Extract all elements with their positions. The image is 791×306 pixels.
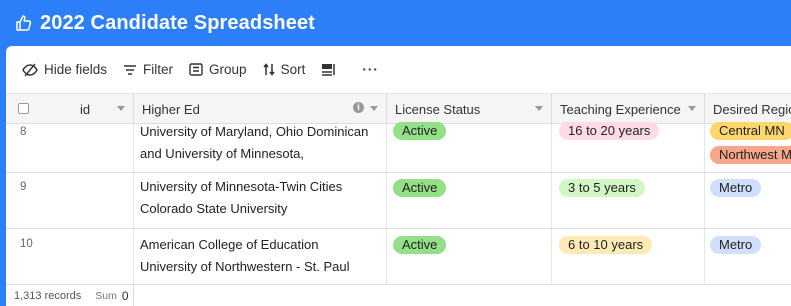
column-header-teaching-experience-label: Teaching Experience [560, 101, 681, 117]
group-button[interactable]: Group [181, 56, 255, 84]
column-header-desired-region-label: Desired Regio [713, 101, 791, 117]
info-icon[interactable]: i [353, 102, 364, 113]
license-status-cell[interactable]: Active [387, 173, 552, 228]
higher-ed-text: University of Maryland, Ohio Dominican a… [140, 121, 368, 165]
group-label: Group [209, 62, 247, 77]
teaching-experience-cell[interactable]: 16 to 20 years [552, 122, 705, 172]
grid-header: id Higher Ed i License Status Teaching E… [6, 94, 791, 124]
summary-cell[interactable]: 1,313 records Sum 0 [6, 285, 134, 306]
column-header-id[interactable]: id [6, 94, 134, 124]
region-pill: Central MN [710, 122, 791, 140]
teaching-experience-pill: 6 to 10 years [559, 236, 653, 254]
chevron-down-icon[interactable] [535, 106, 543, 111]
higher-ed-line: University of Minnesota-Twin Cities [140, 179, 343, 194]
row-number-cell: 8 [6, 124, 134, 172]
filter-label: Filter [143, 62, 174, 77]
higher-ed-cell[interactable]: American College of Education University… [134, 229, 387, 284]
license-status-pill: Active [393, 236, 447, 254]
license-status-pill: Active [393, 179, 447, 197]
higher-ed-line: American College of Education [140, 237, 319, 252]
row-number: 10 [20, 238, 33, 250]
desired-region-cell[interactable]: Metro [705, 173, 791, 228]
row-number-cell: 10 [6, 229, 134, 284]
column-header-license-status[interactable]: License Status [387, 94, 552, 124]
view-toolbar: Hide fields Filter Group Sort ··· [6, 46, 791, 94]
hide-fields-icon [22, 63, 38, 76]
region-pill: Metro [710, 236, 762, 254]
row-height-icon [322, 64, 336, 76]
chevron-down-icon[interactable] [370, 106, 378, 111]
higher-ed-text: University of Minnesota-Twin Cities Colo… [140, 176, 342, 220]
higher-ed-line: University of Maryland, Ohio Dominican [140, 124, 369, 139]
region-pill: Northwest M [710, 146, 791, 164]
summary-bar: 1,313 records Sum 0 [6, 284, 791, 306]
desired-region-cell[interactable]: Metro [705, 229, 791, 284]
chevron-down-icon[interactable] [688, 106, 696, 111]
license-status-cell[interactable]: Active [387, 229, 552, 284]
table-row[interactable]: 8 University of Maryland, Ohio Dominican… [6, 122, 791, 173]
spreadsheet: Hide fields Filter Group Sort ··· id Hig… [6, 46, 791, 306]
teaching-experience-cell[interactable]: 6 to 10 years [552, 229, 705, 284]
select-all-checkbox[interactable] [18, 103, 29, 114]
group-icon [189, 63, 203, 76]
more-options-icon: ··· [362, 62, 379, 77]
page-title: 2022 Candidate Spreadsheet [40, 11, 315, 34]
higher-ed-cell[interactable]: University of Minnesota-Twin Cities Colo… [134, 173, 387, 228]
teaching-experience-pill: 16 to 20 years [559, 122, 660, 140]
more-options-button[interactable]: ··· [354, 56, 387, 84]
hide-fields-label: Hide fields [44, 62, 108, 77]
column-header-desired-region[interactable]: Desired Regio [705, 94, 791, 124]
desired-region-cell[interactable]: Central MN Northwest M [705, 122, 791, 172]
sort-icon [262, 63, 275, 76]
chevron-down-icon[interactable] [117, 106, 125, 111]
license-status-cell[interactable]: Active [387, 122, 552, 172]
higher-ed-line: Colorado State University [140, 201, 288, 216]
row-height-button[interactable] [313, 56, 350, 84]
sum-value: 0 [121, 289, 129, 303]
column-header-higher-ed-label: Higher Ed [142, 101, 200, 117]
table-row[interactable]: 9 University of Minnesota-Twin Cities Co… [6, 173, 791, 229]
higher-ed-line: and University of Minnesota, [140, 146, 305, 161]
hide-fields-button[interactable]: Hide fields [14, 56, 115, 84]
sort-button[interactable]: Sort [255, 56, 314, 84]
title-bar: 2022 Candidate Spreadsheet [0, 0, 791, 46]
column-header-id-label: id [80, 101, 91, 117]
column-header-teaching-experience[interactable]: Teaching Experience [552, 94, 705, 124]
region-pill: Metro [710, 179, 762, 197]
column-header-license-status-label: License Status [395, 101, 481, 117]
column-header-higher-ed[interactable]: Higher Ed i [134, 94, 387, 124]
row-number-cell: 9 [6, 173, 134, 228]
sort-label: Sort [280, 62, 306, 77]
license-status-pill: Active [393, 122, 447, 140]
higher-ed-text: American College of Education University… [140, 234, 350, 278]
sum-label: Sum [95, 290, 117, 302]
teaching-experience-pill: 3 to 5 years [559, 179, 645, 197]
higher-ed-cell[interactable]: University of Maryland, Ohio Dominican a… [134, 124, 387, 172]
filter-button[interactable]: Filter [115, 56, 181, 84]
row-number: 8 [20, 126, 27, 138]
record-count: 1,313 records [14, 290, 82, 302]
row-number: 9 [20, 181, 27, 193]
thumbs-up-icon [14, 14, 32, 32]
teaching-experience-cell[interactable]: 3 to 5 years [552, 173, 705, 228]
table-row[interactable]: 10 American College of Education Univers… [6, 229, 791, 285]
higher-ed-line: University of Northwestern - St. Paul [140, 259, 350, 274]
filter-icon [124, 64, 137, 75]
